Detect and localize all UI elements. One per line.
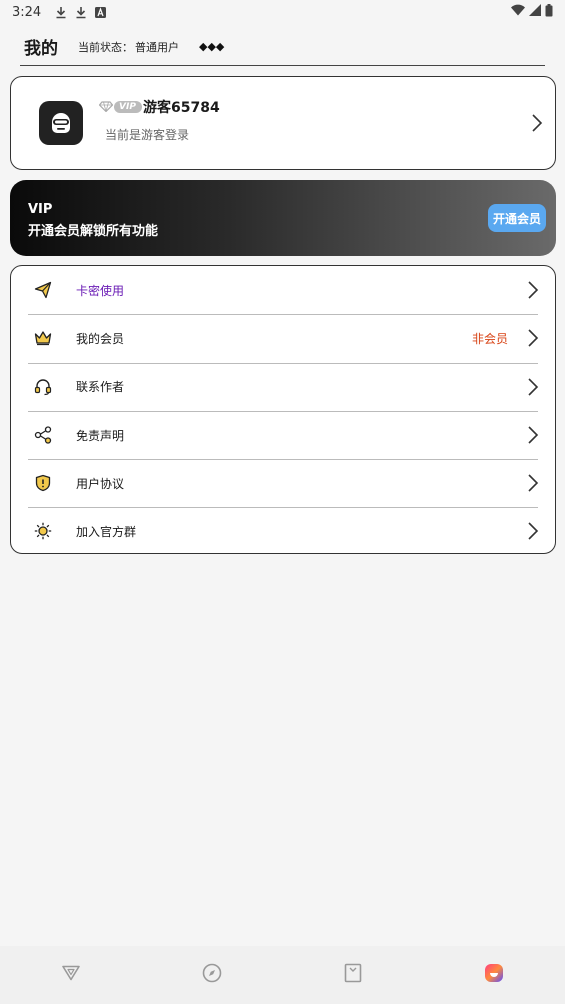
nav-tab-home[interactable] (0, 946, 141, 1004)
vip-badge: VIP (98, 97, 142, 116)
bottom-nav (0, 946, 565, 1004)
menu-item-label: 加入官方群 (76, 525, 137, 540)
profile-icon (484, 963, 504, 987)
page-title: 我的 (24, 39, 58, 59)
username: 游客65784 (143, 100, 220, 116)
chevron-right-icon (527, 473, 539, 497)
open-membership-button[interactable]: 开通会员 (488, 204, 546, 232)
nav-tab-profile[interactable] (424, 946, 565, 1004)
menu-item-my-membership[interactable]: 我的会员 非会员 (11, 314, 555, 362)
nav-tab-favorites[interactable] (283, 946, 424, 1004)
diamond-icon (98, 97, 114, 116)
headset-icon (33, 377, 53, 397)
menu-item-label: 卡密使用 (76, 283, 125, 298)
membership-status-value: 非会员 (471, 331, 508, 346)
chevron-right-icon (527, 328, 539, 352)
crown-icon (33, 328, 53, 348)
vip-description: 开通会员解锁所有功能 (28, 224, 159, 239)
vip-title: VIP (28, 202, 53, 217)
wifi-icon (511, 4, 525, 20)
robot-avatar-icon (39, 101, 83, 145)
status-label: 当前状态： (78, 40, 133, 54)
vip-tag: VIP (114, 100, 142, 113)
status-bar: 3:24 (0, 0, 565, 24)
chevron-right-icon (527, 521, 539, 545)
menu-item-label: 联系作者 (76, 380, 125, 395)
paper-plane-icon (33, 280, 53, 300)
menu-item-label: 用户协议 (76, 476, 125, 491)
nav-tab-discover[interactable] (141, 946, 282, 1004)
chevron-right-icon (527, 425, 539, 449)
sun-icon (33, 521, 53, 541)
menu-item-user-agreement[interactable]: 用户协议 (11, 459, 555, 507)
chevron-right-icon (527, 280, 539, 304)
menu-list: 卡密使用 我的会员 非会员 联系作者 免责声明 用户协议 加入官方群 (10, 265, 556, 554)
shield-icon (33, 473, 53, 493)
share-icon (33, 425, 53, 445)
bookmark-icon (344, 963, 362, 987)
menu-item-disclaimer[interactable]: 免责声明 (11, 410, 555, 459)
profile-card[interactable]: VIP 游客65784 当前是游客登录 (10, 76, 556, 170)
menu-item-label: 我的会员 (76, 331, 125, 346)
chevron-right-icon (531, 113, 543, 137)
chevron-right-icon (527, 377, 539, 401)
font-icon (95, 6, 107, 18)
menu-item-card-code[interactable]: 卡密使用 (11, 266, 555, 314)
page-header: 我的 当前状态： 普通用户 ◆◆◆ (20, 28, 545, 66)
menu-item-contact-author[interactable]: 联系作者 (11, 362, 555, 411)
login-state: 当前是游客登录 (105, 128, 190, 142)
status-time: 3:24 (12, 4, 42, 20)
battery-icon (545, 3, 553, 21)
download-icon (55, 6, 67, 19)
download-icon (75, 6, 87, 19)
v-logo-icon (61, 965, 80, 985)
vip-banner: VIP 开通会员解锁所有功能 开通会员 (10, 180, 556, 256)
menu-item-label: 免责声明 (76, 428, 125, 443)
signal-icon (529, 4, 541, 20)
menu-item-join-group[interactable]: 加入官方群 (11, 507, 555, 553)
compass-icon (202, 963, 222, 987)
diamonds-decoration: ◆◆◆ (199, 40, 225, 53)
status-value: 普通用户 (135, 40, 179, 54)
